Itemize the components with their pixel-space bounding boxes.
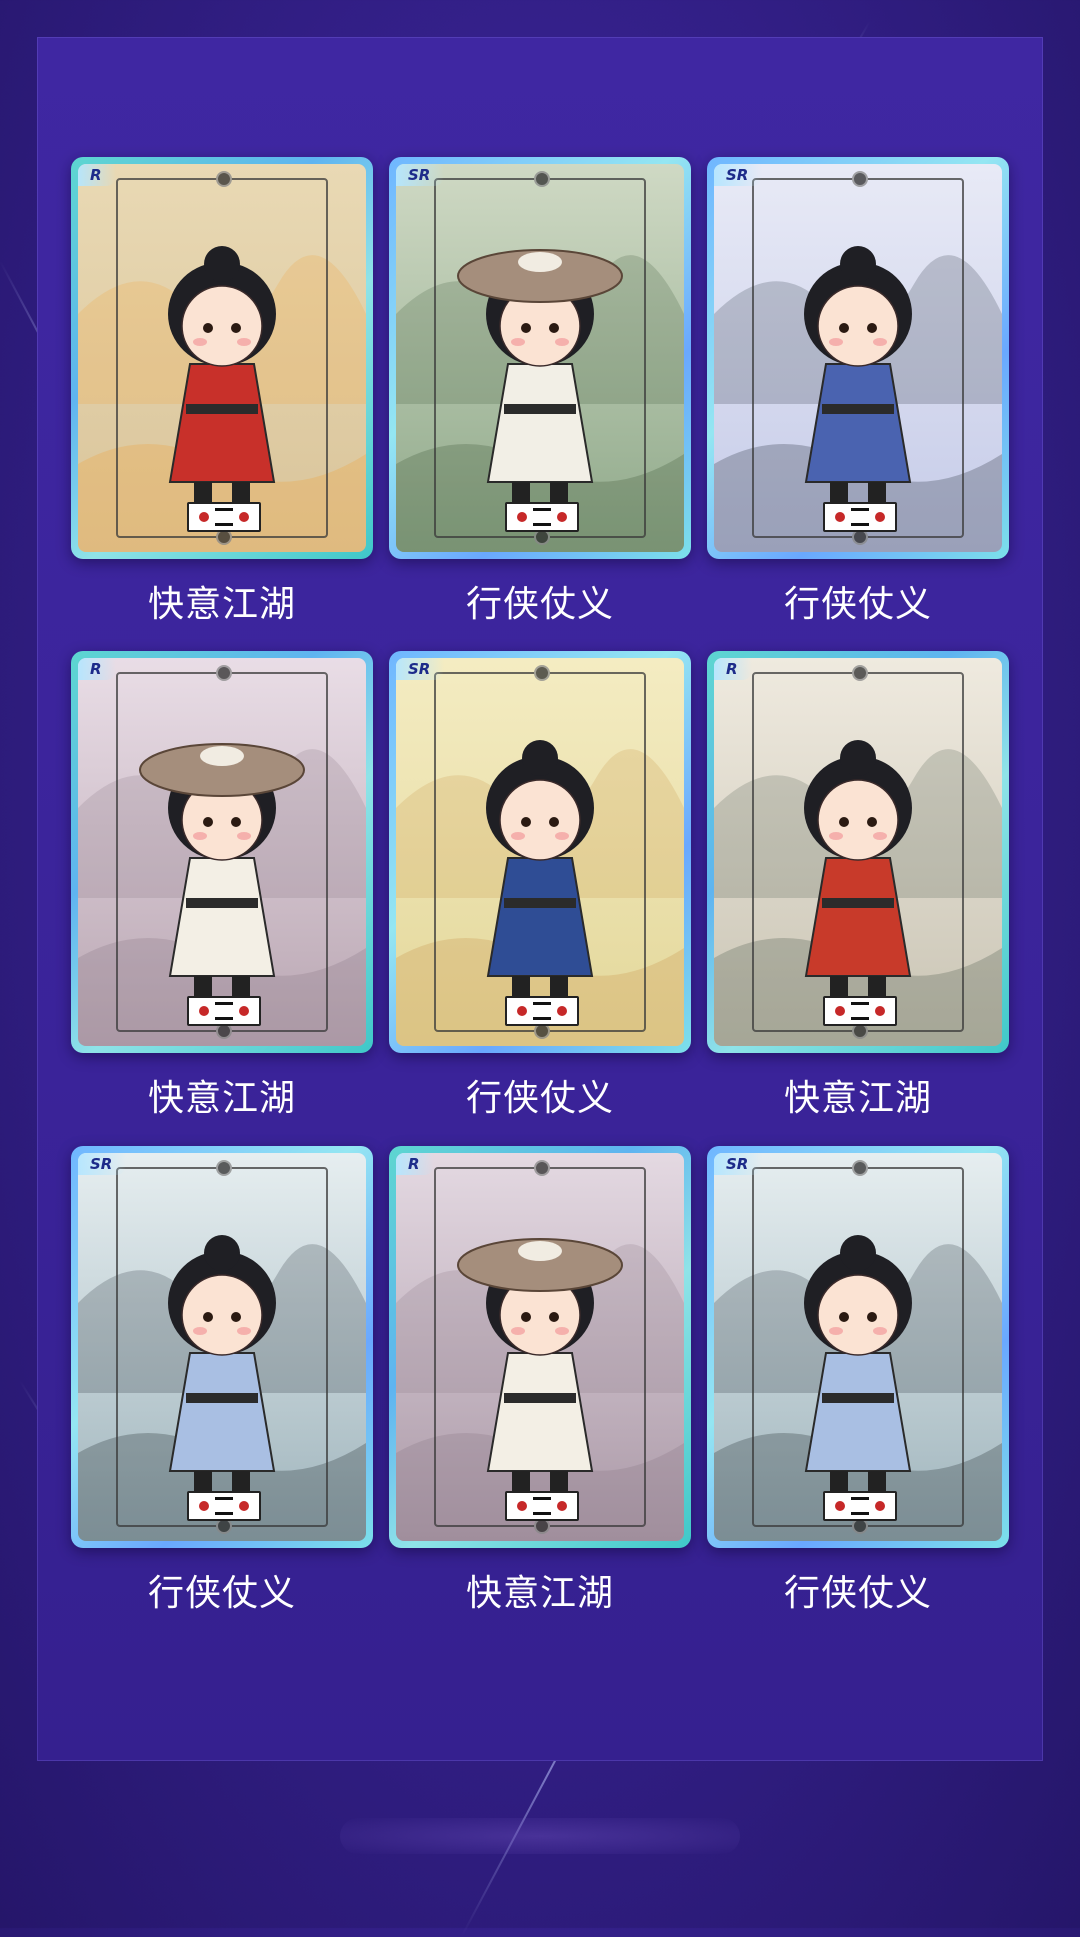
rarity-badge: R — [396, 1153, 434, 1175]
character-card[interactable]: R — [707, 651, 1009, 1053]
logo-seal-icon — [823, 996, 897, 1026]
card-inner-frame — [752, 665, 964, 1039]
card-inner-frame — [116, 171, 328, 545]
card-art: SR — [714, 164, 1002, 552]
rarity-badge: SR — [396, 164, 445, 186]
rarity-badge: SR — [714, 1153, 763, 1175]
card-art: R — [78, 658, 366, 1046]
rarity-badge: R — [714, 658, 752, 680]
card-caption: 行侠仗义 — [465, 584, 614, 625]
card-inner-frame — [434, 171, 646, 545]
card-art: R — [396, 1153, 684, 1541]
card-caption: 快意江湖 — [147, 584, 296, 625]
character-card[interactable]: SR — [389, 651, 691, 1053]
logo-seal-icon — [823, 1491, 897, 1521]
card-art: SR — [78, 1153, 366, 1541]
card-art: R — [78, 164, 366, 552]
rarity-badge: R — [78, 658, 116, 680]
logo-seal-icon — [823, 502, 897, 532]
card-inner-frame — [434, 1160, 646, 1534]
character-card[interactable]: SR — [707, 1146, 1009, 1548]
card-caption: 行侠仗义 — [783, 584, 932, 625]
rarity-badge: SR — [714, 164, 763, 186]
card-inner-frame — [116, 665, 328, 1039]
card-art: SR — [396, 658, 684, 1046]
card-inner-frame — [752, 1160, 964, 1534]
card-inner-frame — [434, 665, 646, 1039]
logo-seal-icon — [187, 1491, 261, 1521]
card-art: SR — [396, 164, 684, 552]
character-card[interactable]: SR — [707, 157, 1009, 559]
card-art: SR — [714, 1153, 1002, 1541]
logo-seal-icon — [505, 1491, 579, 1521]
card-art: R — [714, 658, 1002, 1046]
rarity-badge: R — [78, 164, 116, 186]
card-caption: 行侠仗义 — [147, 1573, 296, 1614]
logo-seal-icon — [505, 996, 579, 1026]
logo-seal-icon — [505, 502, 579, 532]
rarity-badge: SR — [396, 658, 445, 680]
card-collection-panel: R 快意江湖 SR 行侠仗义 SR 行侠仗义 R 快意江湖 SR 行侠仗义 R … — [37, 37, 1043, 1761]
faded-watermark — [340, 1818, 740, 1854]
card-caption: 行侠仗义 — [465, 1078, 614, 1119]
character-card[interactable]: R — [389, 1146, 691, 1548]
character-card[interactable]: R — [71, 157, 373, 559]
logo-seal-icon — [187, 996, 261, 1026]
card-caption: 行侠仗义 — [783, 1573, 932, 1614]
logo-seal-icon — [187, 502, 261, 532]
character-card[interactable]: SR — [389, 157, 691, 559]
card-caption: 快意江湖 — [465, 1573, 614, 1614]
card-caption: 快意江湖 — [147, 1078, 296, 1119]
rarity-badge: SR — [78, 1153, 127, 1175]
card-inner-frame — [752, 171, 964, 545]
card-inner-frame — [116, 1160, 328, 1534]
character-card[interactable]: SR — [71, 1146, 373, 1548]
card-caption: 快意江湖 — [783, 1078, 932, 1119]
character-card[interactable]: R — [71, 651, 373, 1053]
